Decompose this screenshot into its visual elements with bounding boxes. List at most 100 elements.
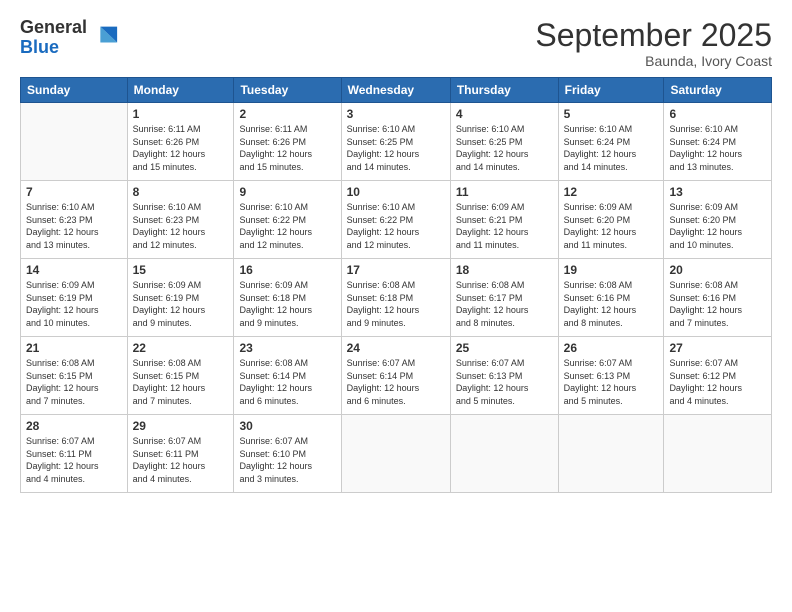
day-number: 23 <box>239 341 335 355</box>
logo: General Blue <box>20 18 119 58</box>
day-number: 20 <box>669 263 766 277</box>
calendar-cell <box>450 415 558 493</box>
calendar-cell: 29Sunrise: 6:07 AM Sunset: 6:11 PM Dayli… <box>127 415 234 493</box>
logo-general: General <box>20 18 87 38</box>
calendar-cell: 1Sunrise: 6:11 AM Sunset: 6:26 PM Daylig… <box>127 103 234 181</box>
day-info: Sunrise: 6:07 AM Sunset: 6:13 PM Dayligh… <box>564 357 659 407</box>
location: Baunda, Ivory Coast <box>535 53 772 69</box>
calendar-cell <box>664 415 772 493</box>
day-info: Sunrise: 6:10 AM Sunset: 6:22 PM Dayligh… <box>239 201 335 251</box>
calendar-cell: 18 Sunrise: 6:08 AM Sunset: 6:17 PM Dayli… <box>450 259 558 337</box>
day-number: 13 <box>669 185 766 199</box>
calendar-cell: 28 Sunrise: 6:07 AM Sunset: 6:11 PM Dayli… <box>21 415 128 493</box>
day-info: Sunrise: 6:09 AM Sunset: 6:20 PM Dayligh… <box>669 201 766 251</box>
day-number: 30 <box>239 419 335 433</box>
day-number: 16 <box>239 263 335 277</box>
calendar-cell: 22 Sunrise: 6:08 AM Sunset: 6:15 PM Dayli… <box>127 337 234 415</box>
calendar-header-friday: Friday <box>558 78 664 103</box>
day-number: 17 <box>347 263 445 277</box>
calendar-cell <box>21 103 128 181</box>
day-info: Sunrise: 6:11 AM Sunset: 6:26 PM Dayligh… <box>239 123 335 173</box>
calendar-cell: 6 Sunrise: 6:10 AM Sunset: 6:24 PM Daylig… <box>664 103 772 181</box>
day-info: Sunrise: 6:10 AM Sunset: 6:23 PM Dayligh… <box>133 201 229 251</box>
day-info: Sunrise: 6:10 AM Sunset: 6:25 PM Dayligh… <box>456 123 553 173</box>
day-number: 7 <box>26 185 122 199</box>
day-info: Sunrise: 6:07 AM Sunset: 6:12 PM Dayligh… <box>669 357 766 407</box>
calendar-header-monday: Monday <box>127 78 234 103</box>
day-info: Sunrise: 6:10 AM Sunset: 6:23 PM Dayligh… <box>26 201 122 251</box>
calendar-cell <box>341 415 450 493</box>
day-info: Sunrise: 6:08 AM Sunset: 6:17 PM Dayligh… <box>456 279 553 329</box>
day-number: 25 <box>456 341 553 355</box>
calendar-cell: 4Sunrise: 6:10 AM Sunset: 6:25 PM Daylig… <box>450 103 558 181</box>
day-number: 27 <box>669 341 766 355</box>
calendar-cell: 30 Sunrise: 6:07 AM Sunset: 6:10 PM Dayli… <box>234 415 341 493</box>
calendar-cell: 11 Sunrise: 6:09 AM Sunset: 6:21 PM Dayli… <box>450 181 558 259</box>
day-number: 3 <box>347 107 445 121</box>
day-info: Sunrise: 6:08 AM Sunset: 6:14 PM Dayligh… <box>239 357 335 407</box>
calendar-header-tuesday: Tuesday <box>234 78 341 103</box>
calendar-header-sunday: Sunday <box>21 78 128 103</box>
calendar-cell <box>558 415 664 493</box>
day-number: 1 <box>133 107 229 121</box>
calendar-cell: 20 Sunrise: 6:08 AM Sunset: 6:16 PM Dayli… <box>664 259 772 337</box>
calendar-cell: 16 Sunrise: 6:09 AM Sunset: 6:18 PM Dayli… <box>234 259 341 337</box>
day-number: 15 <box>133 263 229 277</box>
calendar: SundayMondayTuesdayWednesdayThursdayFrid… <box>20 77 772 493</box>
day-info: Sunrise: 6:07 AM Sunset: 6:11 PM Dayligh… <box>26 435 122 485</box>
calendar-header-thursday: Thursday <box>450 78 558 103</box>
calendar-header-wednesday: Wednesday <box>341 78 450 103</box>
day-number: 5 <box>564 107 659 121</box>
day-info: Sunrise: 6:08 AM Sunset: 6:15 PM Dayligh… <box>26 357 122 407</box>
day-info: Sunrise: 6:10 AM Sunset: 6:24 PM Dayligh… <box>669 123 766 173</box>
day-number: 18 <box>456 263 553 277</box>
day-info: Sunrise: 6:08 AM Sunset: 6:15 PM Dayligh… <box>133 357 229 407</box>
day-number: 11 <box>456 185 553 199</box>
day-info: Sunrise: 6:09 AM Sunset: 6:19 PM Dayligh… <box>133 279 229 329</box>
day-number: 10 <box>347 185 445 199</box>
day-number: 6 <box>669 107 766 121</box>
calendar-header-saturday: Saturday <box>664 78 772 103</box>
day-info: Sunrise: 6:07 AM Sunset: 6:10 PM Dayligh… <box>239 435 335 485</box>
calendar-cell: 23 Sunrise: 6:08 AM Sunset: 6:14 PM Dayli… <box>234 337 341 415</box>
logo-blue: Blue <box>20 38 87 58</box>
day-number: 12 <box>564 185 659 199</box>
day-number: 14 <box>26 263 122 277</box>
calendar-cell: 10 Sunrise: 6:10 AM Sunset: 6:22 PM Dayli… <box>341 181 450 259</box>
day-info: Sunrise: 6:07 AM Sunset: 6:14 PM Dayligh… <box>347 357 445 407</box>
calendar-cell: 25Sunrise: 6:07 AM Sunset: 6:13 PM Dayli… <box>450 337 558 415</box>
day-info: Sunrise: 6:08 AM Sunset: 6:16 PM Dayligh… <box>669 279 766 329</box>
calendar-cell: 21 Sunrise: 6:08 AM Sunset: 6:15 PM Dayli… <box>21 337 128 415</box>
calendar-cell: 17 Sunrise: 6:08 AM Sunset: 6:18 PM Dayli… <box>341 259 450 337</box>
day-number: 21 <box>26 341 122 355</box>
day-info: Sunrise: 6:10 AM Sunset: 6:24 PM Dayligh… <box>564 123 659 173</box>
day-number: 28 <box>26 419 122 433</box>
day-number: 8 <box>133 185 229 199</box>
day-info: Sunrise: 6:09 AM Sunset: 6:19 PM Dayligh… <box>26 279 122 329</box>
day-info: Sunrise: 6:10 AM Sunset: 6:25 PM Dayligh… <box>347 123 445 173</box>
calendar-cell: 8 Sunrise: 6:10 AM Sunset: 6:23 PM Daylig… <box>127 181 234 259</box>
calendar-cell: 27 Sunrise: 6:07 AM Sunset: 6:12 PM Dayli… <box>664 337 772 415</box>
calendar-cell: 2 Sunrise: 6:11 AM Sunset: 6:26 PM Daylig… <box>234 103 341 181</box>
calendar-cell: 9 Sunrise: 6:10 AM Sunset: 6:22 PM Daylig… <box>234 181 341 259</box>
day-number: 22 <box>133 341 229 355</box>
day-info: Sunrise: 6:09 AM Sunset: 6:18 PM Dayligh… <box>239 279 335 329</box>
day-info: Sunrise: 6:10 AM Sunset: 6:22 PM Dayligh… <box>347 201 445 251</box>
calendar-cell: 3 Sunrise: 6:10 AM Sunset: 6:25 PM Daylig… <box>341 103 450 181</box>
calendar-cell: 26Sunrise: 6:07 AM Sunset: 6:13 PM Dayli… <box>558 337 664 415</box>
day-info: Sunrise: 6:08 AM Sunset: 6:16 PM Dayligh… <box>564 279 659 329</box>
day-number: 9 <box>239 185 335 199</box>
day-info: Sunrise: 6:09 AM Sunset: 6:21 PM Dayligh… <box>456 201 553 251</box>
calendar-cell: 24 Sunrise: 6:07 AM Sunset: 6:14 PM Dayli… <box>341 337 450 415</box>
day-number: 2 <box>239 107 335 121</box>
day-number: 24 <box>347 341 445 355</box>
month-title: September 2025 <box>535 18 772 53</box>
day-info: Sunrise: 6:09 AM Sunset: 6:20 PM Dayligh… <box>564 201 659 251</box>
day-info: Sunrise: 6:07 AM Sunset: 6:11 PM Dayligh… <box>133 435 229 485</box>
title-block: September 2025 Baunda, Ivory Coast <box>535 18 772 69</box>
calendar-cell: 13 Sunrise: 6:09 AM Sunset: 6:20 PM Dayli… <box>664 181 772 259</box>
day-info: Sunrise: 6:08 AM Sunset: 6:18 PM Dayligh… <box>347 279 445 329</box>
calendar-cell: 5 Sunrise: 6:10 AM Sunset: 6:24 PM Daylig… <box>558 103 664 181</box>
calendar-cell: 7 Sunrise: 6:10 AM Sunset: 6:23 PM Daylig… <box>21 181 128 259</box>
calendar-cell: 15 Sunrise: 6:09 AM Sunset: 6:19 PM Dayli… <box>127 259 234 337</box>
